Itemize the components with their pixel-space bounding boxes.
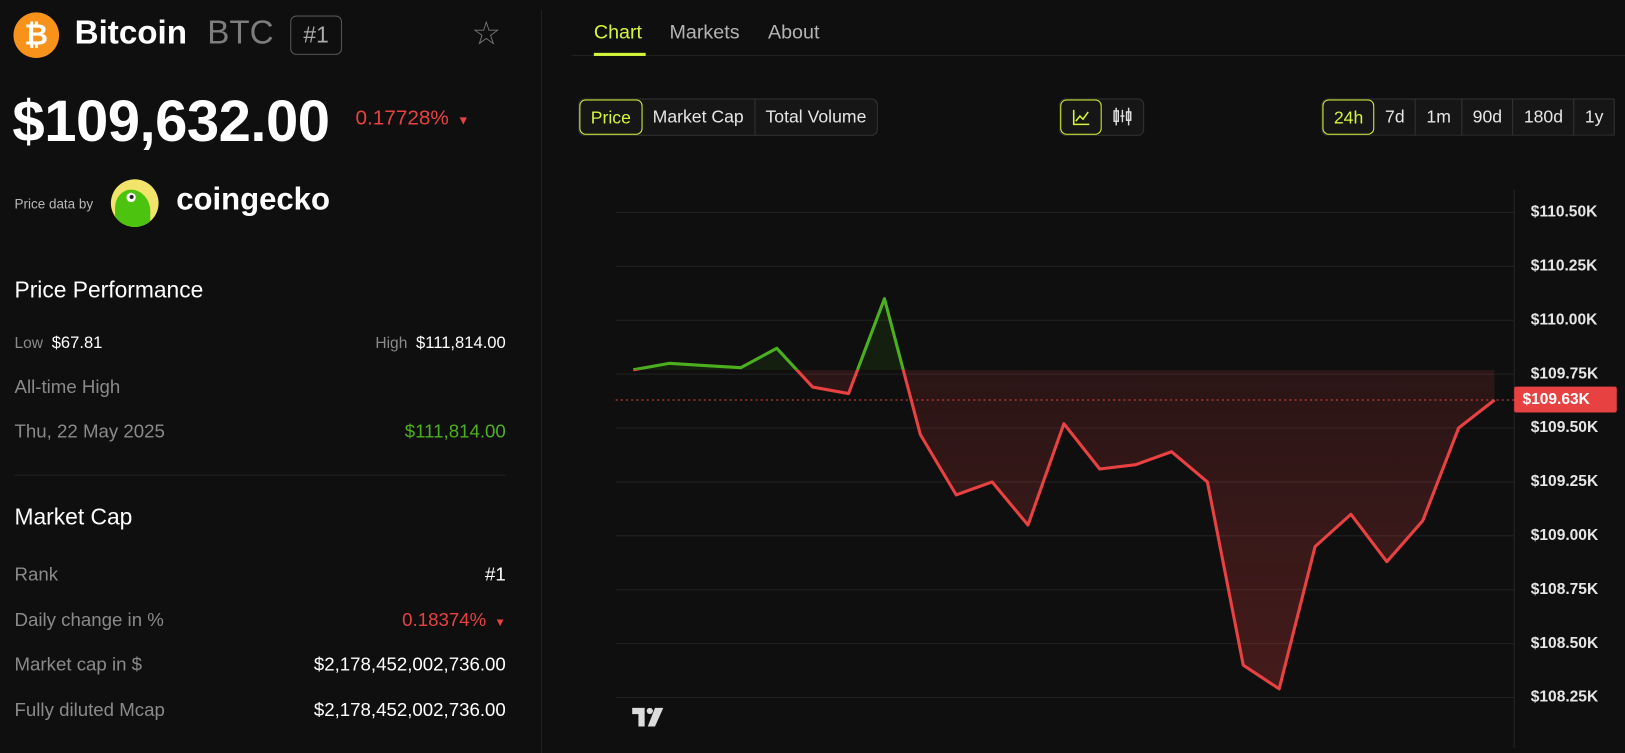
data-point[interactable] bbox=[846, 391, 850, 395]
data-point[interactable] bbox=[1277, 687, 1281, 691]
y-tick-label: $109.50K bbox=[1530, 418, 1599, 437]
y-tick-label: $110.50K bbox=[1530, 203, 1598, 221]
y-tick-label: $110.00K bbox=[1530, 310, 1598, 329]
data-point[interactable] bbox=[1492, 398, 1496, 402]
y-tick-label: $109.00K bbox=[1530, 526, 1599, 545]
data-point[interactable] bbox=[1169, 450, 1173, 454]
data-point[interactable] bbox=[1457, 426, 1461, 430]
y-tick-label: $108.75K bbox=[1530, 580, 1599, 599]
y-tick-label: $108.25K bbox=[1530, 688, 1599, 706]
data-point[interactable] bbox=[1385, 560, 1389, 564]
data-point[interactable] bbox=[1421, 519, 1425, 523]
data-point[interactable] bbox=[1026, 523, 1030, 527]
data-point[interactable] bbox=[1062, 422, 1066, 426]
y-tick-label: $110.25K bbox=[1530, 257, 1598, 275]
data-point[interactable] bbox=[811, 385, 815, 389]
data-point[interactable] bbox=[1134, 463, 1138, 467]
current-price-tag: $109.63K bbox=[1514, 386, 1617, 413]
tradingview-logo-icon[interactable] bbox=[632, 707, 664, 727]
y-tick-label: $109.25K bbox=[1530, 472, 1599, 491]
data-point[interactable] bbox=[1098, 467, 1102, 471]
data-point[interactable] bbox=[631, 368, 635, 372]
y-tick-label: $109.75K bbox=[1530, 364, 1599, 383]
data-point[interactable] bbox=[918, 432, 922, 436]
data-point[interactable] bbox=[990, 480, 994, 484]
data-point[interactable] bbox=[882, 297, 886, 301]
data-point[interactable] bbox=[1205, 480, 1209, 484]
data-point[interactable] bbox=[1313, 545, 1317, 549]
data-point[interactable] bbox=[1349, 512, 1353, 516]
data-point[interactable] bbox=[703, 363, 707, 367]
y-tick-label: $108.50K bbox=[1530, 634, 1599, 652]
data-point[interactable] bbox=[1241, 663, 1245, 667]
data-point[interactable] bbox=[739, 366, 743, 370]
data-point[interactable] bbox=[667, 361, 671, 365]
data-point[interactable] bbox=[775, 346, 779, 350]
data-point[interactable] bbox=[954, 493, 958, 497]
price-chart[interactable] bbox=[0, 0, 1625, 753]
